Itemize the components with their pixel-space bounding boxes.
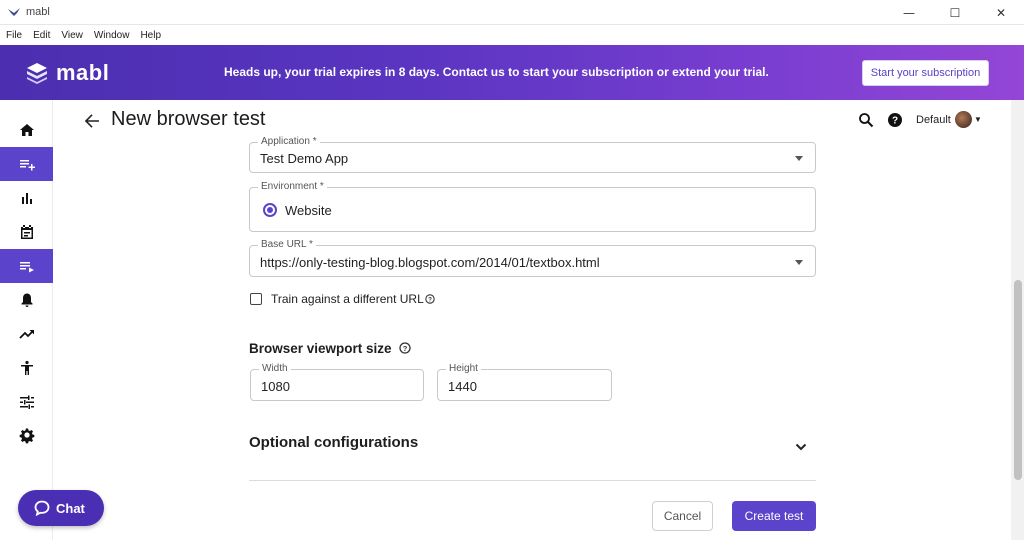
train-different-url-label[interactable]: Train against a different URL	[271, 292, 424, 306]
application-select[interactable]: Application * Test Demo App	[249, 136, 816, 173]
svg-text:?: ?	[428, 296, 432, 303]
page-title: New browser test	[111, 108, 266, 130]
application-label: Application *	[258, 136, 320, 147]
help-circle-icon[interactable]: ?	[399, 342, 411, 354]
sidebar-item-insights[interactable]	[0, 317, 53, 351]
gear-icon	[19, 428, 34, 444]
scrollbar-thumb[interactable]	[1014, 280, 1022, 480]
width-value[interactable]: 1080	[261, 379, 290, 394]
chat-button[interactable]: Chat	[18, 490, 104, 526]
height-label: Height	[446, 363, 481, 374]
trial-message: Heads up, your trial expires in 8 days. …	[224, 65, 769, 79]
menu-file[interactable]: File	[6, 30, 22, 41]
search-icon[interactable]	[858, 112, 874, 128]
playlist-play-icon	[19, 262, 34, 273]
trending-up-icon	[18, 330, 34, 339]
svg-text:?: ?	[892, 116, 898, 127]
dropdown-caret-icon	[795, 156, 803, 161]
dropdown-caret-icon	[795, 260, 803, 265]
sidebar-item-results[interactable]	[0, 181, 53, 215]
create-test-button[interactable]: Create test	[732, 501, 816, 531]
sidebar-nav	[0, 100, 53, 540]
height-field[interactable]: Height 1440	[437, 363, 612, 401]
chat-label: Chat	[56, 500, 85, 516]
back-arrow-icon[interactable]	[84, 113, 100, 129]
bar-chart-icon	[21, 193, 32, 204]
width-field[interactable]: Width 1080	[250, 363, 424, 401]
menu-window[interactable]: Window	[94, 30, 130, 41]
base-url-select[interactable]: Base URL * https://only-testing-blog.blo…	[249, 239, 816, 277]
sliders-icon	[19, 395, 34, 409]
playlist-add-icon	[19, 160, 35, 171]
close-window-button[interactable]: ✕	[978, 0, 1024, 25]
section-divider	[249, 480, 816, 481]
chevron-down-icon[interactable]: ▼	[974, 115, 982, 124]
mabl-logo-icon	[27, 62, 47, 84]
calendar-icon	[20, 225, 33, 239]
bell-icon	[21, 293, 32, 307]
help-icon[interactable]: ?	[887, 112, 903, 128]
chat-bubble-icon	[34, 500, 50, 516]
cancel-button[interactable]: Cancel	[652, 501, 713, 531]
logo-text: mabl	[56, 59, 110, 85]
viewport-heading: Browser viewport size	[249, 341, 392, 356]
height-value[interactable]: 1440	[448, 379, 477, 394]
base-url-label: Base URL *	[258, 239, 316, 250]
window-title: mabl	[26, 6, 50, 18]
width-label: Width	[259, 363, 291, 374]
window-titlebar: mabl — ☐ ✕	[0, 0, 1024, 25]
website-radio[interactable]	[263, 203, 277, 217]
menu-view[interactable]: View	[61, 30, 83, 41]
sidebar-item-configuration[interactable]	[0, 385, 53, 419]
home-icon	[19, 124, 34, 136]
maximize-button[interactable]: ☐	[932, 0, 978, 25]
svg-text:?: ?	[403, 344, 408, 353]
sidebar-item-home[interactable]	[0, 113, 53, 147]
sidebar-item-create[interactable]	[0, 147, 53, 181]
sidebar-item-settings[interactable]	[0, 419, 53, 453]
application-value: Test Demo App	[260, 151, 349, 166]
accessibility-icon	[20, 360, 33, 375]
chevron-down-icon[interactable]	[795, 442, 807, 452]
mabl-app-icon	[8, 8, 20, 16]
mabl-logo[interactable]: mabl	[26, 60, 109, 86]
start-subscription-button[interactable]: Start your subscription	[862, 60, 989, 86]
environment-field: Environment * Website	[249, 181, 816, 232]
page-header: New browser test ? Default ▼	[53, 100, 1011, 142]
sidebar-item-accessibility[interactable]	[0, 351, 53, 385]
sidebar-item-notifications[interactable]	[0, 283, 53, 317]
menu-bar: File Edit View Window Help	[0, 25, 1024, 45]
help-circle-icon[interactable]: ?	[425, 294, 435, 304]
trial-banner: mabl Heads up, your trial expires in 8 d…	[0, 45, 1024, 100]
train-different-url-checkbox[interactable]	[250, 293, 262, 305]
workspace-name[interactable]: Default	[916, 114, 951, 126]
menu-edit[interactable]: Edit	[33, 30, 50, 41]
menu-help[interactable]: Help	[140, 30, 161, 41]
environment-label: Environment *	[258, 181, 327, 192]
sidebar-item-tests[interactable]	[0, 249, 53, 283]
avatar[interactable]	[955, 111, 972, 128]
base-url-value: https://only-testing-blog.blogspot.com/2…	[260, 255, 600, 270]
optional-configurations-heading[interactable]: Optional configurations	[249, 434, 418, 451]
minimize-button[interactable]: —	[886, 0, 932, 25]
sidebar-item-plans[interactable]	[0, 215, 53, 249]
website-option-label[interactable]: Website	[285, 203, 332, 218]
